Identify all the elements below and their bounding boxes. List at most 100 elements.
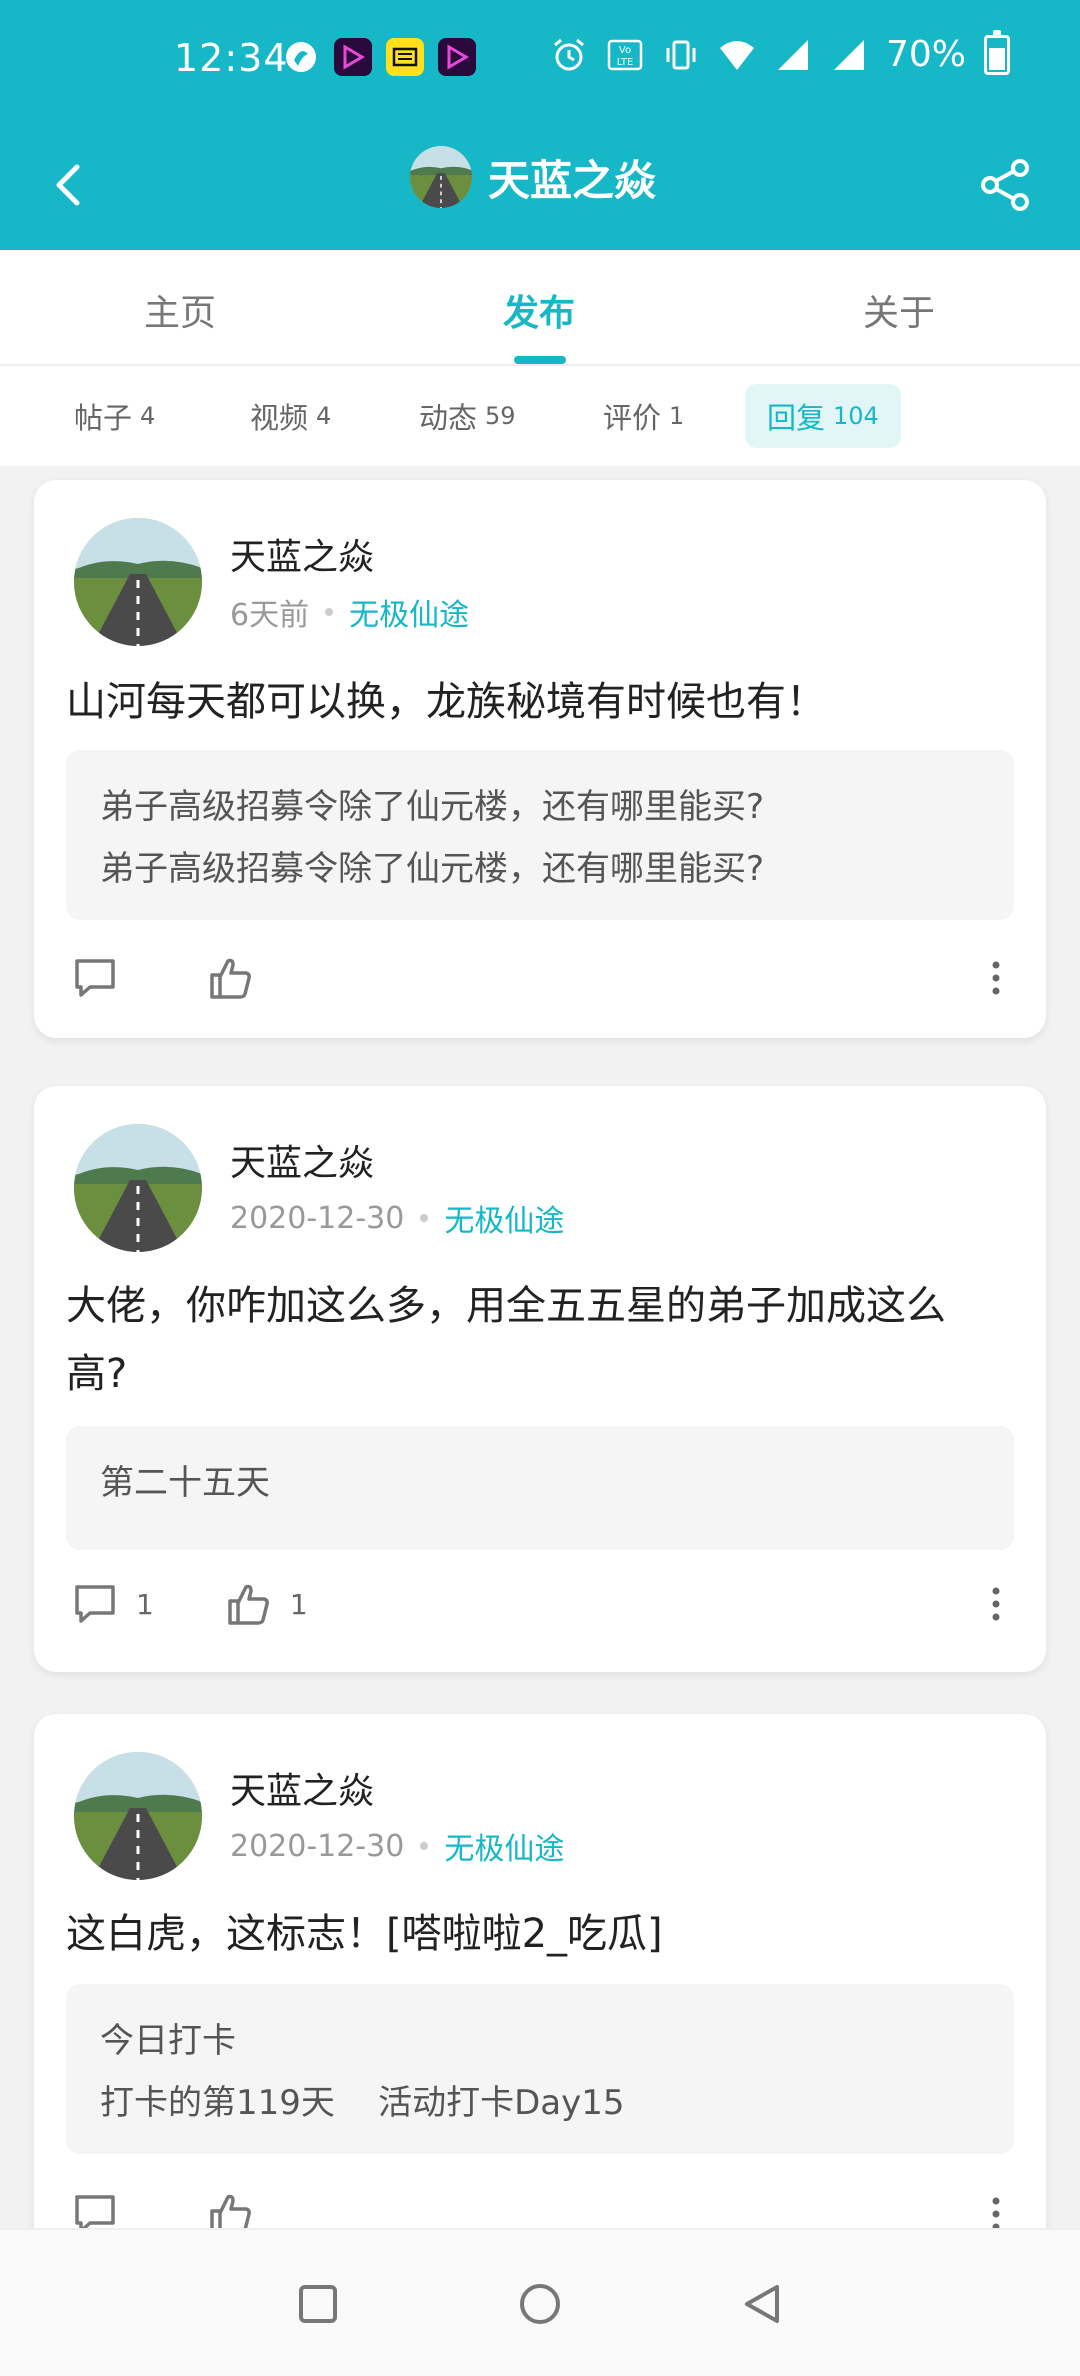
share-icon <box>981 159 1029 211</box>
more-button[interactable] <box>976 953 1016 1003</box>
more-vertical-icon <box>992 1587 1000 1621</box>
subtab-threads[interactable]: 帖子 4 <box>52 384 177 448</box>
game-link[interactable]: 无极仙途 <box>444 1196 564 1240</box>
notification-icons <box>282 38 476 76</box>
thumbs-up-icon <box>206 953 256 1003</box>
reply-text[interactable]: 这白虎，这标志！[嗒啦啦2_吃瓜] <box>66 1900 1006 1968</box>
reply-card[interactable]: 天蓝之焱 2020-12-30 无极仙途 大佬，你咋加这么多，用全五五星的弟子加… <box>34 1086 1046 1672</box>
comment-icon <box>70 2189 120 2228</box>
tab-home[interactable]: 主页 <box>144 284 216 336</box>
comment-button[interactable]: 1 <box>70 1579 154 1629</box>
subtab-videos[interactable]: 视频 4 <box>228 384 353 448</box>
subtab-replies[interactable]: 回复 104 <box>745 384 901 448</box>
post-meta: 2020-12-30 无极仙途 <box>230 1196 564 1240</box>
profile-header: 天蓝之焱 <box>0 120 1080 250</box>
meta-separator <box>420 1214 429 1222</box>
subtab-label: 帖子 <box>74 401 133 435</box>
wifi-icon <box>719 40 754 70</box>
reply-feed[interactable]: 天蓝之焱 6天前 无极仙途 山河每天都可以换，龙族秘境有时候也有！ 弟子高级招募… <box>0 466 1080 2228</box>
card-actions: 1 1 <box>70 1574 1016 1634</box>
like-button[interactable]: 1 <box>224 1579 308 1629</box>
avatar[interactable] <box>74 1752 202 1880</box>
tab-posts[interactable]: 发布 <box>503 284 575 336</box>
avatar[interactable] <box>74 518 202 646</box>
like-count: 1 <box>289 1587 308 1621</box>
subtab-moments[interactable]: 动态 59 <box>397 384 538 448</box>
more-vertical-icon <box>992 961 1000 995</box>
comment-count: 1 <box>136 1587 154 1621</box>
quoted-post[interactable]: 弟子高级招募令除了仙元楼，还有哪里能买? 弟子高级招募令除了仙元楼，还有哪里能买… <box>66 750 1014 920</box>
system-icons: Vo LTE 70% <box>550 29 1010 75</box>
video-app-icon-2 <box>438 38 476 76</box>
chevron-left-icon <box>56 164 80 206</box>
card-actions <box>70 948 1016 1008</box>
subtab-count: 104 <box>833 402 879 430</box>
sub-tabs: 帖子 4 视频 4 动态 59 评价 1 回复 104 <box>0 366 1080 466</box>
reply-card[interactable]: 天蓝之焱 6天前 无极仙途 山河每天都可以换，龙族秘境有时候也有！ 弟子高级招募… <box>34 480 1046 1038</box>
subtab-count: 59 <box>485 402 516 430</box>
post-time: 6天前 <box>230 598 310 633</box>
more-vertical-icon <box>992 2197 1000 2228</box>
reply-text[interactable]: 大佬，你咋加这么多，用全五五星的弟子加成这么高? <box>66 1272 1006 1408</box>
video-app-icon <box>334 38 372 76</box>
alarm-icon <box>554 38 584 70</box>
nav-back-button[interactable] <box>732 2274 792 2334</box>
back-button[interactable] <box>34 150 104 220</box>
battery-icon <box>984 29 1010 75</box>
comment-icon <box>70 953 120 1003</box>
avatar <box>410 146 472 208</box>
active-tab-indicator <box>514 356 566 364</box>
like-button[interactable] <box>206 953 272 1003</box>
app-root: 12:34 Vo LTE 70% 天蓝之焱 主页 发布 关于 帖子 4 视频 4… <box>0 0 1080 2376</box>
quoted-post[interactable]: 今日打卡 打卡的第119天 活动打卡Day15 <box>66 1984 1014 2154</box>
avatar[interactable] <box>74 1124 202 1252</box>
author-name[interactable]: 天蓝之焱 <box>230 1134 374 1186</box>
quoted-post[interactable]: 第二十五天 <box>66 1426 1014 1550</box>
svg-text:Vo: Vo <box>619 45 631 56</box>
thumbs-up-icon <box>224 1579 274 1629</box>
comment-button[interactable] <box>70 953 136 1003</box>
card-actions <box>70 2184 1016 2228</box>
subtab-reviews[interactable]: 评价 1 <box>581 384 706 448</box>
more-button[interactable] <box>976 1579 1016 1629</box>
reply-text[interactable]: 山河每天都可以换，龙族秘境有时候也有！ <box>66 668 1006 736</box>
game-link[interactable]: 无极仙途 <box>349 590 469 634</box>
more-button[interactable] <box>976 2189 1016 2228</box>
subtab-label: 评价 <box>603 401 662 435</box>
page-title: 天蓝之焱 <box>488 155 657 205</box>
status-bar: 12:34 Vo LTE 70% <box>0 0 1080 120</box>
like-button[interactable] <box>206 2189 272 2228</box>
subtab-label: 动态 <box>419 401 478 435</box>
news-app-icon <box>386 38 424 76</box>
signal-icon-2 <box>833 39 864 70</box>
triangle-back-icon <box>745 2285 779 2323</box>
square-icon <box>299 2285 337 2323</box>
subtab-count: 4 <box>140 402 156 430</box>
reply-card[interactable]: 天蓝之焱 2020-12-30 无极仙途 这白虎，这标志！[嗒啦啦2_吃瓜] 今… <box>34 1714 1046 2228</box>
recents-button[interactable] <box>288 2274 348 2334</box>
status-time: 12:34 <box>174 36 289 80</box>
maps-app-icon <box>282 38 320 76</box>
signal-icon <box>777 39 808 70</box>
top-bar: 12:34 Vo LTE 70% 天蓝之焱 <box>0 0 1080 250</box>
main-tabs: 主页 发布 关于 <box>0 250 1080 366</box>
subtab-label: 视频 <box>250 401 309 435</box>
meta-separator <box>420 1842 429 1850</box>
post-time: 2020-12-30 <box>230 1200 405 1236</box>
vibrate-icon <box>666 40 696 69</box>
meta-separator <box>325 608 334 616</box>
comment-button[interactable] <box>70 2189 136 2228</box>
home-button[interactable] <box>510 2274 570 2334</box>
tab-about[interactable]: 关于 <box>863 284 935 336</box>
svg-text:LTE: LTE <box>617 57 634 68</box>
post-meta: 2020-12-30 无极仙途 <box>230 1824 564 1868</box>
subtab-count: 4 <box>316 402 332 430</box>
subtab-label: 回复 <box>767 401 826 435</box>
share-button[interactable] <box>970 150 1040 220</box>
author-name[interactable]: 天蓝之焱 <box>230 1762 374 1814</box>
game-link[interactable]: 无极仙途 <box>444 1824 564 1868</box>
author-name[interactable]: 天蓝之焱 <box>230 528 374 580</box>
comment-icon <box>70 1579 120 1629</box>
system-nav-bar <box>0 2228 1080 2376</box>
header-profile[interactable]: 天蓝之焱 <box>410 146 656 208</box>
